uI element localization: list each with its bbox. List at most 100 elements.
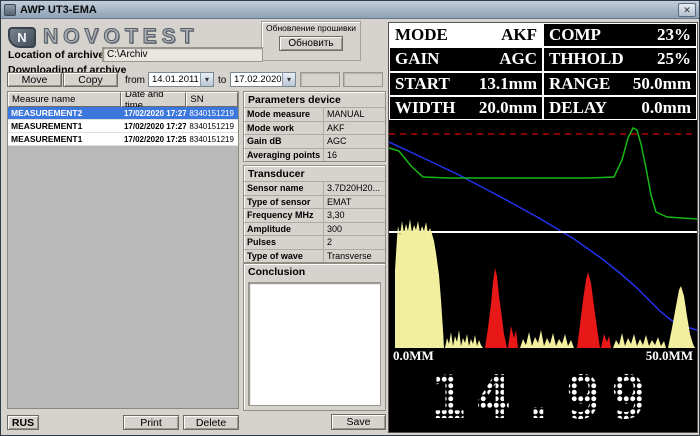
param-row: Gain dB AGC [244, 134, 385, 148]
param-label: Averaging points [244, 149, 324, 162]
param-value: 3.7D20H20... [324, 182, 385, 195]
app-icon [4, 4, 16, 16]
conclusion-group: Conclusion [243, 263, 386, 411]
measure-sn-cell: 8340151219 [186, 133, 238, 145]
logo-letter: N [17, 30, 26, 45]
measure-name-cell: MEASUREMENT1 [8, 120, 121, 132]
param-value: 2 [324, 236, 385, 249]
main-area: N NOVOTEST Обновление прошивки Обновить … [1, 19, 699, 435]
firmware-group: Обновление прошивки Обновить [261, 21, 361, 61]
param-row: Amplitude 300 [244, 222, 385, 236]
reading-label: START [395, 74, 450, 94]
table-row[interactable]: MEASUREMENT1 17/02/2020 17:27 8340151219 [8, 120, 238, 133]
param-label: Gain dB [244, 135, 324, 148]
copy-button[interactable]: Copy [63, 72, 118, 87]
move-button[interactable]: Move [7, 72, 62, 87]
save-button[interactable]: Save [331, 414, 386, 430]
title-bar[interactable]: AWP UT3-EMA ✕ [1, 1, 699, 19]
measure-date-cell: 17/02/2020 17:27 [121, 107, 186, 119]
chevron-down-icon[interactable]: ▾ [200, 73, 213, 86]
param-row: Pulses 2 [244, 235, 385, 249]
reading-value: 13.1mm [479, 74, 537, 94]
reading-value: 20.0mm [479, 98, 537, 118]
reading-thhold: THHOLD 25% [543, 47, 697, 71]
reading-value: AKF [501, 25, 537, 45]
param-value: 16 [324, 149, 385, 162]
param-label: Mode measure [244, 108, 324, 121]
conclusion-title: Conclusion [244, 264, 385, 279]
param-label: Sensor name [244, 182, 324, 195]
param-value: AGC [324, 135, 385, 148]
param-row: Mode work AKF [244, 121, 385, 135]
param-value: 3,30 [324, 209, 385, 222]
param-row: Averaging points 16 [244, 148, 385, 162]
novotest-logo-icon: N [8, 27, 36, 48]
column-header-sn[interactable]: SN [186, 92, 238, 107]
reading-gain: GAIN AGC [389, 47, 543, 71]
novotest-logo: N NOVOTEST [8, 25, 199, 49]
table-row[interactable]: MEASUREMENT1 17/02/2020 17:25 8340151219 [8, 133, 238, 146]
param-label: Frequency MHz [244, 209, 324, 222]
measure-sn-cell: 8340151219 [186, 107, 238, 119]
measure-list-header: Measure name Date and time SN [8, 92, 238, 107]
reading-label: RANGE [549, 74, 610, 94]
reading-label: COMP [549, 25, 601, 45]
reading-label: DELAY [549, 98, 607, 118]
parameters-device-title: Parameters device [244, 92, 385, 107]
logo-text: NOVOTEST [43, 25, 199, 49]
column-header-measure-name[interactable]: Measure name [8, 92, 121, 107]
readings-grid: MODE AKF COMP 23% GAIN AGC THHOLD 25% ST… [389, 23, 697, 120]
instrument-display: MODE AKF COMP 23% GAIN AGC THHOLD 25% ST… [388, 22, 698, 433]
print-button[interactable]: Print [123, 415, 179, 430]
reading-value: AGC [499, 49, 537, 69]
to-date-picker[interactable]: 17.02.2020 ▾ [230, 72, 296, 87]
delete-button[interactable]: Delete [183, 415, 239, 430]
param-row: Sensor name 3.7D20H20... [244, 181, 385, 195]
from-date-picker[interactable]: 14.01.2011 ▾ [148, 72, 214, 87]
transducer-title: Transducer [244, 166, 385, 181]
conclusion-textarea[interactable] [248, 282, 381, 406]
measure-list: Measure name Date and time SN MEASUREMEN… [7, 91, 239, 409]
language-rus-button[interactable]: RUS [7, 415, 39, 430]
reading-width: WIDTH 20.0mm [389, 96, 543, 120]
firmware-group-label: Обновление прошивки [262, 23, 360, 33]
reading-value: 0.0mm [641, 98, 691, 118]
waveform-scale: 0.0MM 50.0MM [389, 348, 697, 363]
archive-path-value: C:\Archiv [107, 49, 148, 60]
param-value: AKF [324, 122, 385, 135]
reading-value: 23% [657, 25, 691, 45]
reading-label: THHOLD [549, 49, 624, 69]
archive-path-field[interactable]: C:\Archiv [102, 47, 263, 62]
waveform-plot [389, 120, 697, 348]
measurement-readout: 14.99 [389, 363, 697, 433]
measure-name-cell: MEASUREMENT2 [8, 107, 121, 119]
reading-start: START 13.1mm [389, 72, 543, 96]
transducer-group: Transducer Sensor name 3.7D20H20... Type… [243, 165, 386, 263]
chevron-down-icon[interactable]: ▾ [282, 73, 295, 86]
measure-name-cell: MEASUREMENT1 [8, 133, 121, 145]
param-label: Pulses [244, 236, 324, 249]
param-label: Type of sensor [244, 196, 324, 209]
reading-value: 25% [657, 49, 691, 69]
reading-value: 50.0mm [633, 74, 691, 94]
reading-mode: MODE AKF [389, 23, 543, 47]
reading-range: RANGE 50.0mm [543, 72, 697, 96]
to-date-value: 17.02.2020 [234, 74, 282, 85]
reading-label: MODE [395, 25, 448, 45]
window-title: AWP UT3-EMA [20, 4, 674, 16]
from-date-value: 14.01.2011 [152, 74, 199, 85]
param-value: MANUAL [324, 108, 385, 121]
measure-date-cell: 17/02/2020 17:25 [121, 133, 186, 145]
reading-delay: DELAY 0.0mm [543, 96, 697, 120]
close-icon[interactable]: ✕ [678, 3, 696, 17]
update-firmware-button[interactable]: Обновить [279, 36, 343, 51]
reading-label: WIDTH [395, 98, 455, 118]
param-row: Type of wave Transverse [244, 249, 385, 263]
disabled-field-2 [343, 72, 383, 87]
reading-label: GAIN [395, 49, 439, 69]
column-header-date[interactable]: Date and time [121, 92, 186, 107]
table-row[interactable]: MEASUREMENT2 17/02/2020 17:27 8340151219 [8, 107, 238, 120]
param-value: EMAT [324, 196, 385, 209]
param-row: Mode measure MANUAL [244, 107, 385, 121]
param-value: 300 [324, 223, 385, 236]
